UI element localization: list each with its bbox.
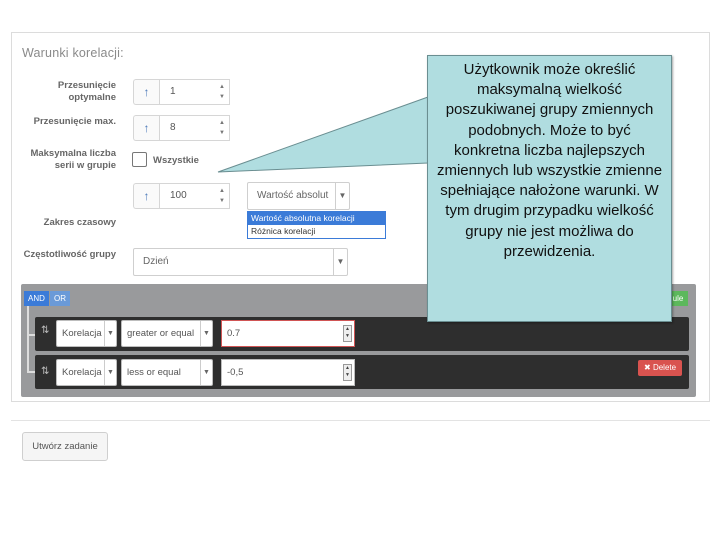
callout-note: Użytkownik może określić maksymalną wiel… (427, 55, 672, 322)
